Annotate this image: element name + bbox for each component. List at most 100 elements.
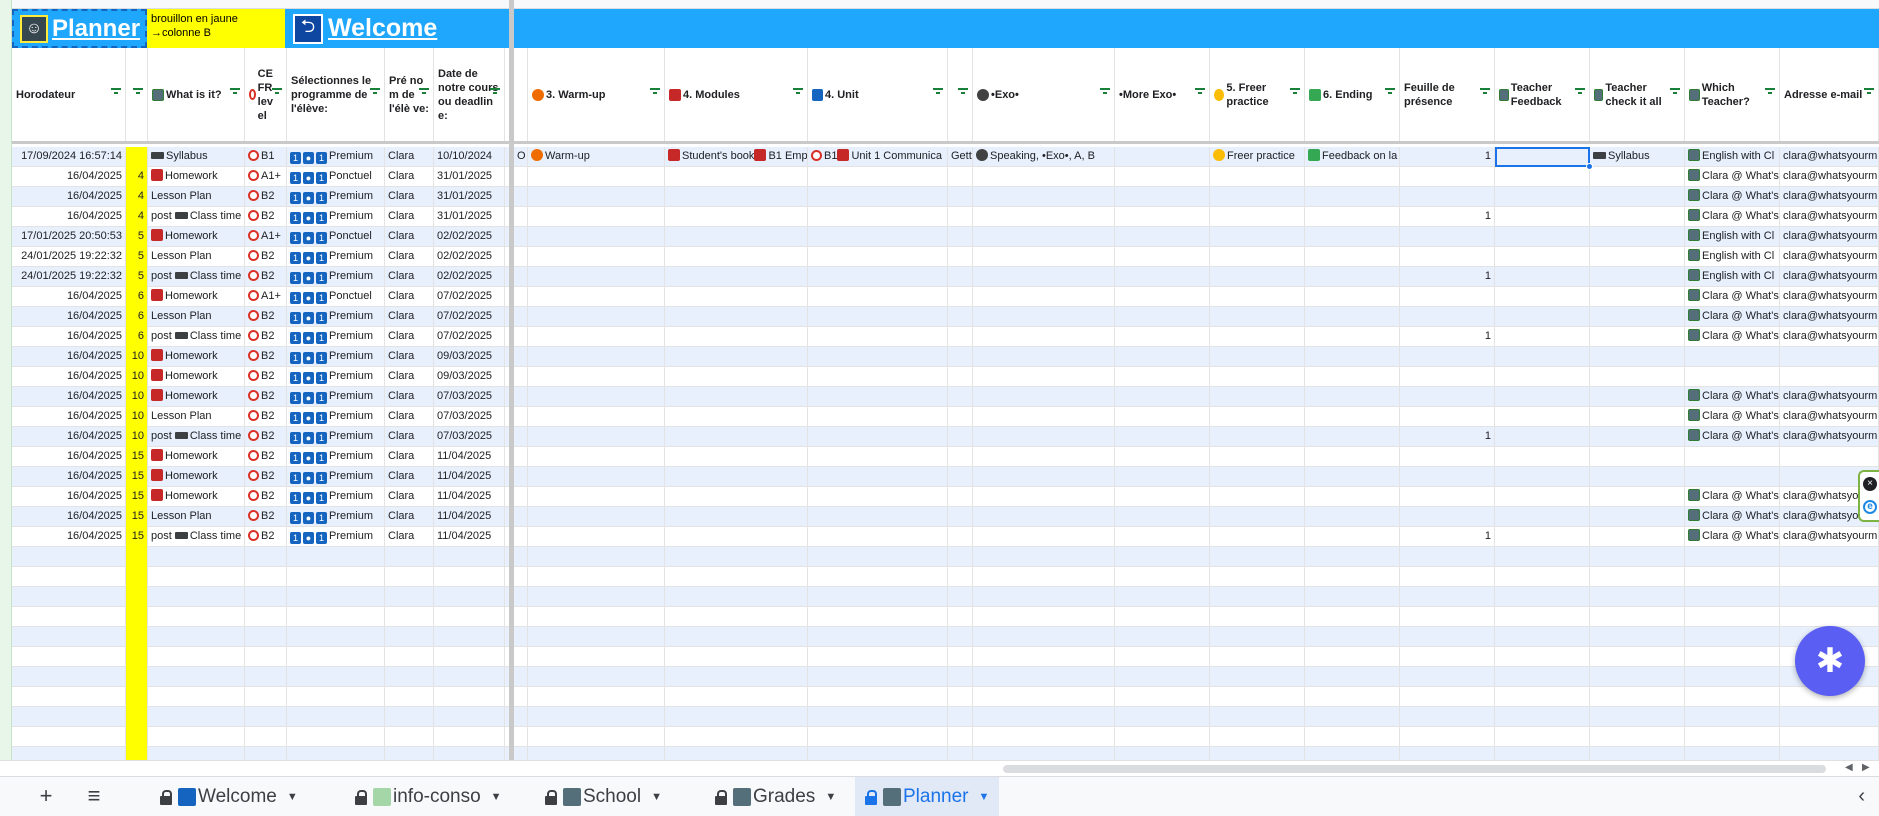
table-row[interactable]: 16/04/2025 10 Homework B2 1 ● 1 Premium Clara 09/… (12, 347, 1879, 367)
cell-what[interactable]: Lesson Plan (148, 187, 245, 207)
cell-o[interactable] (514, 527, 528, 547)
column-header[interactable]: 5. Freer practice (1210, 48, 1305, 141)
cell-prog[interactable]: 1 ● 1 Premium (287, 407, 385, 427)
cell-b[interactable]: 10 (126, 407, 148, 427)
cell-what[interactable]: post Class time (148, 527, 245, 547)
cell-check[interactable] (1590, 287, 1685, 307)
cell-warm[interactable] (528, 727, 665, 747)
side-widget[interactable]: × e (1858, 470, 1879, 522)
cell-mod[interactable] (665, 667, 808, 687)
table-row[interactable]: 16/04/2025 15 Homework B2 1 ● 1 Premium Clara 11/… (12, 467, 1879, 487)
cell-pres[interactable] (1400, 747, 1495, 760)
cell-date[interactable]: 07/02/2025 (434, 327, 505, 347)
cell-exo[interactable] (973, 447, 1115, 467)
cell-unit[interactable] (808, 167, 948, 187)
empty-row[interactable] (12, 567, 1879, 587)
cell-b[interactable]: 10 (126, 387, 148, 407)
cell-teacher[interactable]: Clara @ What's (1685, 167, 1780, 187)
cell-b[interactable] (126, 147, 148, 167)
cell-freer[interactable] (1210, 627, 1305, 647)
cell-g[interactable] (948, 747, 973, 760)
cell-more[interactable] (1115, 647, 1210, 667)
cell-teacher[interactable] (1685, 747, 1780, 760)
cell-fb[interactable] (1495, 347, 1590, 367)
cell-name[interactable]: Clara (385, 267, 434, 287)
cell-unit[interactable] (808, 467, 948, 487)
cell-teacher[interactable] (1685, 587, 1780, 607)
cell-freer[interactable]: Freer practice (1210, 147, 1305, 167)
cell-date[interactable]: 11/04/2025 (434, 447, 505, 467)
cell-ce[interactable]: B2 (245, 247, 287, 267)
empty-row[interactable] (12, 687, 1879, 707)
cell-pres[interactable] (1400, 607, 1495, 627)
cell-ce[interactable] (245, 567, 287, 587)
filter-icon[interactable] (111, 88, 121, 96)
cell-freer[interactable] (1210, 507, 1305, 527)
cell-fb[interactable] (1495, 387, 1590, 407)
filter-icon[interactable] (230, 88, 240, 96)
cell-fb[interactable] (1495, 267, 1590, 287)
cell-ce[interactable]: B2 (245, 407, 287, 427)
chevron-down-icon[interactable]: ▼ (979, 791, 990, 803)
cell-pres[interactable] (1400, 667, 1495, 687)
cell-ts[interactable] (12, 747, 126, 760)
filter-icon[interactable] (1765, 88, 1775, 96)
cell-g[interactable] (948, 447, 973, 467)
cell-what[interactable] (148, 627, 245, 647)
cell-ts[interactable]: 16/04/2025 (12, 427, 126, 447)
cell-o[interactable] (514, 507, 528, 527)
cell-ending[interactable] (1305, 367, 1400, 387)
cell-pres[interactable] (1400, 367, 1495, 387)
planner-link[interactable]: ☺ Planner (12, 9, 147, 48)
cell-warm[interactable] (528, 207, 665, 227)
cell-o[interactable] (514, 447, 528, 467)
cell-pres[interactable] (1400, 287, 1495, 307)
filter-icon[interactable] (490, 88, 500, 96)
table-row[interactable]: 17/09/2024 16:57:14 Syllabus B1 1 ● 1 Premium C… (12, 147, 1879, 167)
cell-g[interactable] (948, 287, 973, 307)
cell-g[interactable] (948, 487, 973, 507)
cell-ce[interactable]: B2 (245, 467, 287, 487)
cell-what[interactable] (148, 727, 245, 747)
cell-date[interactable] (434, 627, 505, 647)
cell-unit[interactable] (808, 307, 948, 327)
cell-b[interactable]: 6 (126, 307, 148, 327)
cell-pres[interactable]: 1 (1400, 327, 1495, 347)
cell-email[interactable] (1780, 347, 1879, 367)
cell-mod[interactable] (665, 447, 808, 467)
chevron-down-icon[interactable]: ▼ (651, 791, 662, 803)
cell-freer[interactable] (1210, 687, 1305, 707)
cell-pres[interactable] (1400, 567, 1495, 587)
cell-name[interactable] (385, 647, 434, 667)
horizontal-scrollbar[interactable]: ◀ ▶ (0, 760, 1879, 776)
cell-date[interactable]: 09/03/2025 (434, 367, 505, 387)
cell-email[interactable]: clara@whatsyourm (1780, 227, 1879, 247)
cell-prog[interactable] (287, 687, 385, 707)
cell-unit[interactable] (808, 267, 948, 287)
cell-check[interactable] (1590, 407, 1685, 427)
cell-mod[interactable] (665, 647, 808, 667)
cell-check[interactable] (1590, 687, 1685, 707)
cell-freer[interactable] (1210, 167, 1305, 187)
cell-warm[interactable] (528, 527, 665, 547)
cell-date[interactable] (434, 667, 505, 687)
cell-unit[interactable] (808, 447, 948, 467)
cell-ending[interactable] (1305, 207, 1400, 227)
cell-ts[interactable]: 16/04/2025 (12, 187, 126, 207)
cell-ending[interactable] (1305, 707, 1400, 727)
cell-mod[interactable] (665, 307, 808, 327)
cell-fb[interactable] (1495, 607, 1590, 627)
cell-exo[interactable] (973, 567, 1115, 587)
cell-email[interactable] (1780, 707, 1879, 727)
add-sheet-button[interactable]: + (32, 785, 60, 809)
cell-exo[interactable] (973, 467, 1115, 487)
cell-check[interactable] (1590, 227, 1685, 247)
cell-freer[interactable] (1210, 267, 1305, 287)
cell-exo[interactable] (973, 647, 1115, 667)
cell-warm[interactable] (528, 687, 665, 707)
cell-more[interactable] (1115, 387, 1210, 407)
cell-warm[interactable] (528, 407, 665, 427)
cell-check[interactable] (1590, 167, 1685, 187)
cell-ending[interactable] (1305, 507, 1400, 527)
column-header[interactable]: Date de notre cours ou deadlin e: (434, 48, 505, 141)
